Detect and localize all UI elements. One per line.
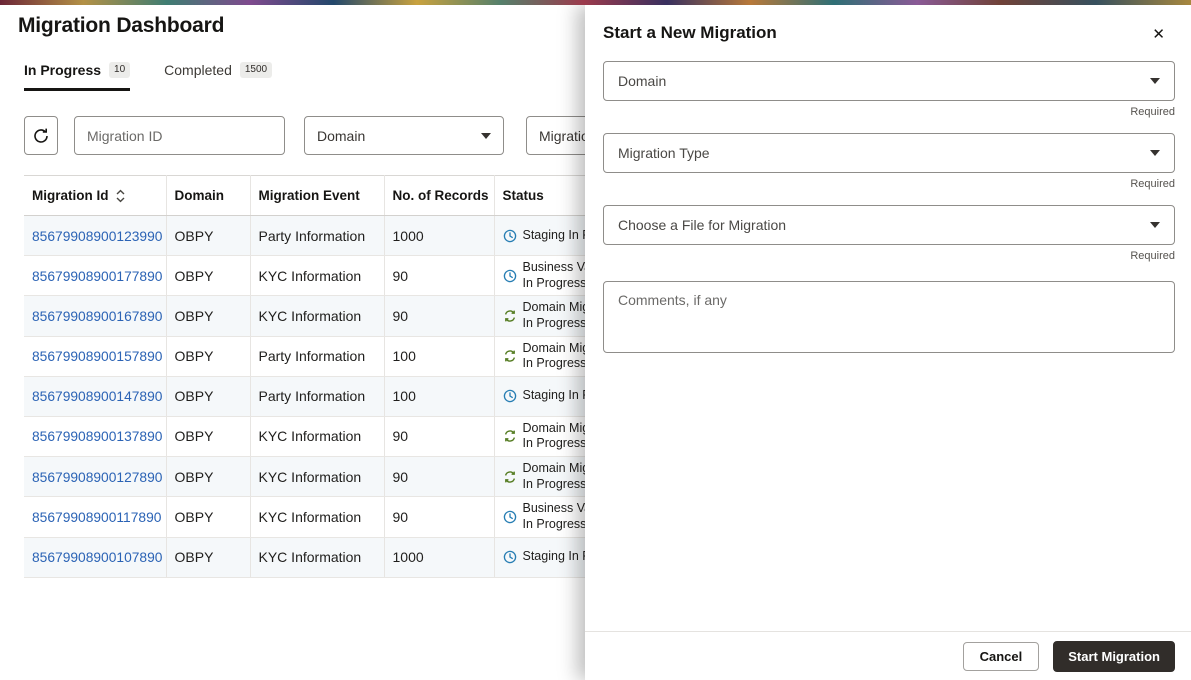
records-cell: 90 — [384, 255, 495, 297]
cancel-button[interactable]: Cancel — [962, 641, 1040, 671]
migration-id-link[interactable]: 85679908900107890 — [32, 550, 162, 565]
migration-type-field-group: Migration Type Required — [603, 133, 1175, 191]
migration-type-required-hint: Required — [1130, 178, 1175, 190]
start-migration-panel: Start a New Migration ✕ Domain Required … — [585, 5, 1191, 680]
page-title: Migration Dashboard — [18, 14, 225, 37]
domain-filter-select[interactable]: Domain — [304, 116, 504, 155]
tab-completed-badge: 1500 — [239, 62, 273, 78]
sync-icon — [503, 309, 517, 323]
domain-cell: OBPY — [166, 496, 251, 538]
migration-id-link[interactable]: 85679908900157890 — [32, 349, 162, 364]
file-required-hint: Required — [1130, 250, 1175, 262]
migration-id-link[interactable]: 85679908900123990 — [32, 229, 162, 244]
file-select[interactable]: Choose a File for Migration — [603, 205, 1175, 245]
tab-in-progress[interactable]: In Progress 10 — [24, 62, 131, 91]
migration-id-link[interactable]: 85679908900147890 — [32, 389, 162, 404]
screen: Migration Dashboard In Progress 10 Compl… — [0, 0, 1191, 680]
chevron-down-icon — [1150, 150, 1160, 156]
domain-select-label: Domain — [618, 73, 667, 89]
panel-header: Start a New Migration ✕ — [585, 5, 1191, 53]
records-cell: 90 — [384, 416, 495, 458]
migration-event-cell: KYC Information — [250, 537, 385, 578]
domain-cell: OBPY — [166, 295, 251, 337]
domain-cell: OBPY — [166, 456, 251, 498]
migration-id-link[interactable]: 85679908900117890 — [32, 510, 161, 525]
migration-event-cell: KYC Information — [250, 295, 385, 337]
domain-cell: OBPY — [166, 416, 251, 458]
clock-icon — [503, 389, 517, 403]
migration-event-cell: Party Information — [250, 376, 385, 417]
sync-icon — [503, 349, 517, 363]
tab-in-progress-badge: 10 — [109, 62, 131, 78]
column-header-migration-id[interactable]: Migration Id — [24, 175, 167, 216]
clock-icon — [503, 510, 517, 524]
migration-id-cell: 85679908900107890 — [24, 537, 167, 578]
column-header-domain: Domain — [166, 175, 251, 216]
migration-id-cell: 85679908900123990 — [24, 215, 167, 256]
migration-id-link[interactable]: 85679908900167890 — [32, 309, 162, 324]
clock-icon — [503, 269, 517, 283]
migration-type-select[interactable]: Migration Type — [603, 133, 1175, 173]
column-header-no-of-records: No. of Records — [384, 175, 495, 216]
panel-footer: Cancel Start Migration — [585, 631, 1191, 680]
domain-select[interactable]: Domain — [603, 61, 1175, 101]
records-cell: 90 — [384, 456, 495, 498]
records-cell: 100 — [384, 336, 495, 377]
clock-icon — [503, 229, 517, 243]
migration-id-link[interactable]: 85679908900127890 — [32, 470, 162, 485]
migration-event-cell: KYC Information — [250, 255, 385, 297]
migration-id-link[interactable]: 85679908900137890 — [32, 429, 162, 444]
migration-id-cell: 85679908900157890 — [24, 336, 167, 377]
refresh-icon — [32, 127, 50, 145]
domain-cell: OBPY — [166, 537, 251, 578]
migration-id-cell: 85679908900147890 — [24, 376, 167, 417]
domain-filter-label: Domain — [317, 127, 366, 144]
clock-icon — [503, 550, 517, 564]
migration-id-input[interactable] — [74, 116, 285, 155]
records-cell: 90 — [384, 295, 495, 337]
chevron-down-icon — [1150, 78, 1160, 84]
panel-body: Domain Required Migration Type Required … — [585, 53, 1191, 631]
tab-bar: In Progress 10 Completed 1500 — [24, 62, 273, 91]
close-icon[interactable]: ✕ — [1148, 23, 1169, 46]
file-field-group: Choose a File for Migration Required — [603, 205, 1175, 263]
chevron-down-icon — [1150, 222, 1160, 228]
refresh-button[interactable] — [24, 116, 58, 155]
domain-cell: OBPY — [166, 255, 251, 297]
tab-completed-label: Completed — [164, 62, 232, 78]
sync-icon — [503, 429, 517, 443]
migration-id-cell: 85679908900127890 — [24, 456, 167, 498]
migration-id-cell: 85679908900137890 — [24, 416, 167, 458]
migration-id-link[interactable]: 85679908900177890 — [32, 269, 162, 284]
sort-icon[interactable] — [115, 189, 126, 203]
migration-event-cell: KYC Information — [250, 496, 385, 538]
migration-type-select-label: Migration Type — [618, 145, 710, 161]
panel-title: Start a New Migration — [603, 23, 777, 42]
domain-required-hint: Required — [1130, 106, 1175, 118]
records-cell: 90 — [384, 496, 495, 538]
migration-event-cell: Party Information — [250, 336, 385, 377]
migration-id-cell: 85679908900167890 — [24, 295, 167, 337]
domain-cell: OBPY — [166, 336, 251, 377]
migration-id-cell: 85679908900117890 — [24, 496, 167, 538]
tab-in-progress-label: In Progress — [24, 62, 102, 78]
migration-event-cell: KYC Information — [250, 456, 385, 498]
migration-event-cell: KYC Information — [250, 416, 385, 458]
comments-textarea[interactable] — [603, 281, 1175, 353]
file-select-label: Choose a File for Migration — [618, 217, 787, 233]
records-cell: 1000 — [384, 537, 495, 578]
domain-field-group: Domain Required — [603, 61, 1175, 119]
decorative-header-strip — [0, 0, 1191, 5]
records-cell: 100 — [384, 376, 495, 417]
records-cell: 1000 — [384, 215, 495, 256]
column-header-migration-event: Migration Event — [250, 175, 385, 216]
start-migration-button[interactable]: Start Migration — [1053, 640, 1175, 672]
tab-completed[interactable]: Completed 1500 — [164, 62, 273, 91]
domain-cell: OBPY — [166, 215, 251, 256]
sync-icon — [503, 470, 517, 484]
chevron-down-icon — [481, 132, 491, 139]
domain-cell: OBPY — [166, 376, 251, 417]
migration-event-cell: Party Information — [250, 215, 385, 256]
migration-id-cell: 85679908900177890 — [24, 255, 167, 297]
